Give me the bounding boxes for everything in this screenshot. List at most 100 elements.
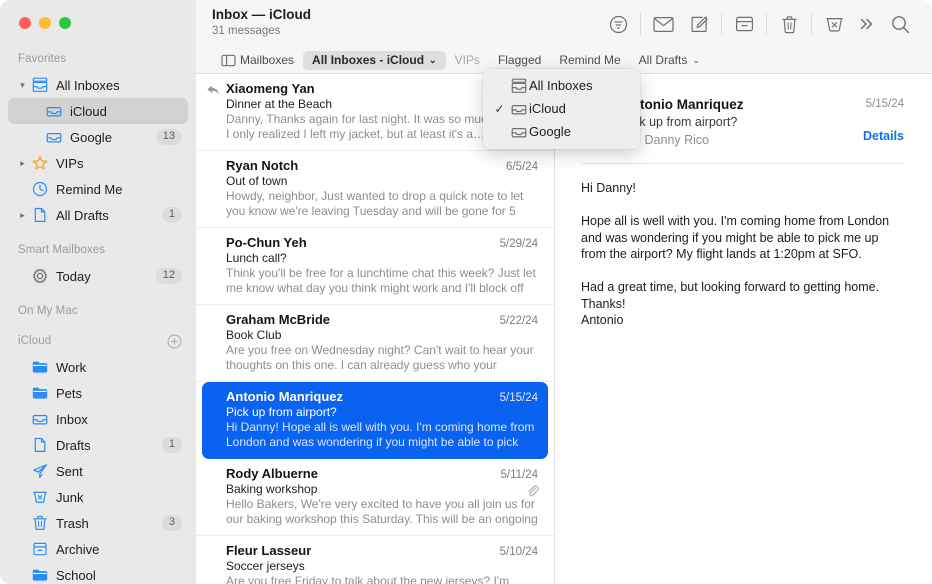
sidebar-item-sent[interactable]: ·Sent	[8, 458, 188, 484]
dropdown-item-google[interactable]: Google	[483, 120, 640, 143]
message-list-item[interactable]: Graham McBride5/22/24Book ClubAre you fr…	[196, 305, 554, 382]
main-area: Inbox — iCloud 31 messages	[196, 0, 932, 584]
message-preview: Are you free on Wednesday night? Can't w…	[226, 343, 538, 373]
sidebar-item-google[interactable]: · Google13	[8, 124, 188, 150]
zoom-button[interactable]	[59, 17, 71, 29]
twisty-spacer: ·	[16, 440, 29, 450]
twisty-spacer: ·	[16, 414, 29, 424]
toolbar-divider	[640, 13, 641, 35]
delete-icon[interactable]	[771, 9, 807, 39]
sidebar-item-school[interactable]: · School	[8, 562, 188, 584]
chevron-down-icon[interactable]: ⌄	[692, 55, 700, 66]
unread-badge: 1	[162, 437, 182, 453]
details-link[interactable]: Details	[863, 129, 904, 143]
unread-badge: 12	[156, 268, 182, 284]
message-date: 5/22/24	[500, 315, 538, 327]
sidebar-item-remind-me[interactable]: · Remind Me	[8, 176, 188, 202]
message-list-item[interactable]: Antonio Manriquez5/15/24Pick up from air…	[202, 382, 548, 459]
sidebar-section-title: Smart Mailboxes	[18, 242, 105, 258]
message-date: 6/5/24	[506, 161, 538, 173]
sidebar-item-junk[interactable]: · Junk	[8, 484, 188, 510]
more-icon[interactable]	[852, 9, 882, 39]
sidebar-item-all-inboxes[interactable]: ▾ All Inboxes	[8, 72, 188, 98]
filter-tab-mailboxes[interactable]: Mailboxes	[212, 51, 303, 71]
star-icon	[30, 155, 49, 171]
chevron-right-icon[interactable]: ▸	[16, 158, 29, 169]
message-date: 5/10/24	[500, 546, 538, 558]
message-list-item[interactable]: Rody Albuerne5/11/24Baking workshopHello…	[196, 459, 554, 536]
folder-icon	[30, 385, 49, 401]
message-preview: Are you free Friday to talk about the ne…	[226, 574, 538, 584]
unread-badge: 1	[162, 207, 182, 223]
inboxes-icon	[508, 78, 529, 94]
archive-icon	[30, 541, 49, 557]
sidebar-item-label: Archive	[56, 542, 188, 557]
filter-tab-remind-me[interactable]: Remind Me	[550, 51, 629, 70]
message-list-item[interactable]: Fleur Lasseur5/10/24Soccer jerseysAre yo…	[196, 536, 554, 584]
message-row-header: Rody Albuerne5/11/24	[226, 466, 538, 481]
sidebar-item-work[interactable]: · Work	[8, 354, 188, 380]
sidebar-item-icloud[interactable]: · iCloud	[8, 98, 188, 124]
unread-badge: 3	[162, 515, 182, 531]
minimize-button[interactable]	[39, 17, 51, 29]
send-icon	[30, 463, 49, 479]
clock-icon	[30, 181, 49, 197]
chevron-down-icon[interactable]: ▾	[16, 80, 29, 91]
mailbox-dropdown-menu[interactable]: All Inboxes✓ iCloud Google	[483, 69, 640, 149]
folder-icon	[30, 567, 49, 583]
message-preview: Think you'll be free for a lunchtime cha…	[226, 266, 538, 296]
filter-tab-label: Remind Me	[559, 53, 620, 67]
sidebar-item-label: Remind Me	[56, 182, 188, 197]
filter-tab-label: VIPs	[455, 53, 480, 67]
sidebar-item-inbox[interactable]: · Inbox	[8, 406, 188, 432]
junk-icon[interactable]	[816, 9, 852, 39]
message-list[interactable]: Xiaomeng Yan6/7/24Dinner at the BeachDan…	[196, 74, 555, 584]
archive-icon[interactable]	[726, 9, 762, 39]
message-list-item[interactable]: Po-Chun Yeh5/29/24Lunch call?Think you'l…	[196, 228, 554, 305]
toolbar: Inbox — iCloud 31 messages	[196, 0, 932, 48]
close-button[interactable]	[19, 17, 31, 29]
chevron-right-icon[interactable]: ▸	[16, 210, 29, 221]
add-mailbox-icon[interactable]	[167, 334, 182, 349]
inboxes-icon	[30, 77, 49, 93]
twisty-spacer: ·	[16, 184, 29, 194]
filter-tab-vips[interactable]: VIPs	[446, 51, 489, 70]
chevron-down-icon[interactable]: ⌄	[429, 55, 437, 66]
window-controls	[0, 0, 196, 40]
sidebar-item-label: VIPs	[56, 156, 188, 171]
search-icon[interactable]	[882, 9, 918, 39]
sidebar-item-vips[interactable]: ▸ VIPs	[8, 150, 188, 176]
filter-icon[interactable]	[600, 9, 636, 39]
sidebar-item-today[interactable]: · Today12	[8, 263, 188, 289]
filter-tab-flagged[interactable]: Flagged	[489, 51, 550, 70]
twisty-spacer: ·	[16, 544, 29, 554]
twisty-spacer: ·	[30, 132, 43, 142]
inbox-icon	[508, 124, 529, 140]
gear-icon	[30, 268, 49, 284]
toolbar-divider-4	[811, 13, 812, 35]
sidebar-item-pets[interactable]: · Pets	[8, 380, 188, 406]
message-date: 5/29/24	[500, 238, 538, 250]
message-subject: Soccer jerseys	[226, 559, 538, 573]
sidebar-item-drafts[interactable]: · Drafts1	[8, 432, 188, 458]
dropdown-item-icloud[interactable]: ✓ iCloud	[483, 97, 640, 120]
compose-icon[interactable]	[681, 9, 717, 39]
twisty-spacer: ·	[16, 492, 29, 502]
twisty-spacer: ·	[16, 518, 29, 528]
junk-icon	[30, 489, 49, 505]
dropdown-item-all-inboxes[interactable]: All Inboxes	[483, 74, 640, 97]
message-list-item[interactable]: Ryan Notch6/5/24Out of townHowdy, neighb…	[196, 151, 554, 228]
sidebar-item-archive[interactable]: · Archive	[8, 536, 188, 562]
mark-unread-icon[interactable]	[645, 9, 681, 39]
message-subject: Book Club	[226, 328, 538, 342]
mail-window: Favorites▾ All Inboxes· iCloud· Google13…	[0, 0, 932, 584]
filter-tab-label: All Drafts	[639, 53, 688, 67]
twisty-spacer: ·	[16, 570, 29, 580]
sidebar-item-label: Trash	[56, 516, 162, 531]
document-icon	[30, 207, 49, 223]
sidebar-item-trash[interactable]: · Trash3	[8, 510, 188, 536]
sidebar-item-all-drafts[interactable]: ▸ All Drafts1	[8, 202, 188, 228]
filter-tab-all-drafts[interactable]: All Drafts ⌄	[630, 51, 709, 70]
message-sender: Ryan Notch	[226, 158, 498, 173]
filter-tab-all-inboxes-icloud[interactable]: All Inboxes - iCloud⌄	[303, 51, 446, 70]
